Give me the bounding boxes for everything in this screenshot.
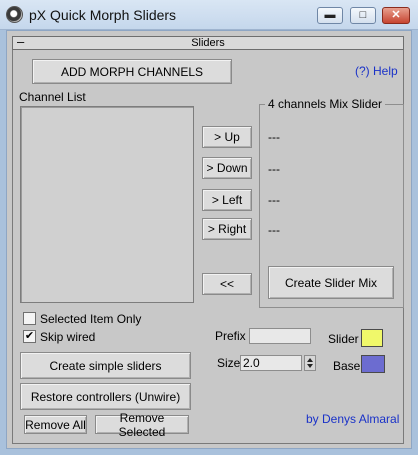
rollout-title: Sliders	[191, 37, 225, 49]
channel-listbox[interactable]	[20, 106, 194, 303]
app-logo-icon	[6, 6, 23, 23]
base-color-label: Base	[333, 359, 361, 373]
restore-controllers-button[interactable]: Restore controllers (Unwire)	[20, 383, 191, 410]
mix-slot-4: ---	[268, 223, 280, 237]
size-label: Size	[217, 356, 241, 370]
close-button[interactable]: ✕	[382, 7, 410, 24]
rollout-header[interactable]: – Sliders	[12, 34, 404, 50]
minimize-button[interactable]: ▬	[317, 7, 343, 24]
create-simple-sliders-button[interactable]: Create simple sliders	[20, 352, 191, 379]
credit-link[interactable]: by Denys Almaral	[306, 412, 399, 426]
base-color-swatch[interactable]	[361, 355, 385, 373]
slider-color-label: Slider	[328, 332, 359, 346]
help-link[interactable]: (?) Help	[355, 64, 398, 78]
prefix-input[interactable]	[249, 328, 311, 344]
remove-selected-button[interactable]: Remove Selected	[95, 411, 189, 439]
spinner-arrows-icon	[307, 358, 313, 368]
size-spinner[interactable]	[304, 355, 316, 371]
mix-slot-3: ---	[268, 193, 280, 207]
remove-all-button[interactable]: Remove All	[24, 415, 87, 434]
left-button[interactable]: > Left	[202, 189, 252, 211]
mix-slot-1: ---	[268, 130, 280, 144]
skip-wired-checkbox[interactable]: ✔	[23, 330, 36, 343]
mix-slider-group-label: 4 channels Mix Slider	[265, 97, 386, 111]
channel-list-label: Channel List	[19, 90, 86, 104]
down-button[interactable]: > Down	[202, 157, 252, 179]
back-button[interactable]: <<	[202, 273, 252, 295]
skip-wired-label: Skip wired	[40, 330, 96, 344]
create-slider-mix-button[interactable]: Create Slider Mix	[268, 266, 394, 299]
size-input[interactable]: 2.0	[240, 355, 302, 371]
selected-item-only-label: Selected Item Only	[40, 312, 142, 326]
window-title: pX Quick Morph Sliders	[29, 7, 177, 23]
prefix-label: Prefix	[215, 329, 246, 343]
right-button[interactable]: > Right	[202, 218, 252, 240]
add-morph-channels-button[interactable]: ADD MORPH CHANNELS	[32, 59, 232, 84]
up-button[interactable]: > Up	[202, 126, 252, 148]
mix-slot-2: ---	[268, 162, 280, 176]
maximize-button[interactable]: □	[350, 7, 376, 24]
slider-color-swatch[interactable]	[361, 329, 383, 347]
selected-item-only-checkbox[interactable]	[23, 312, 36, 325]
